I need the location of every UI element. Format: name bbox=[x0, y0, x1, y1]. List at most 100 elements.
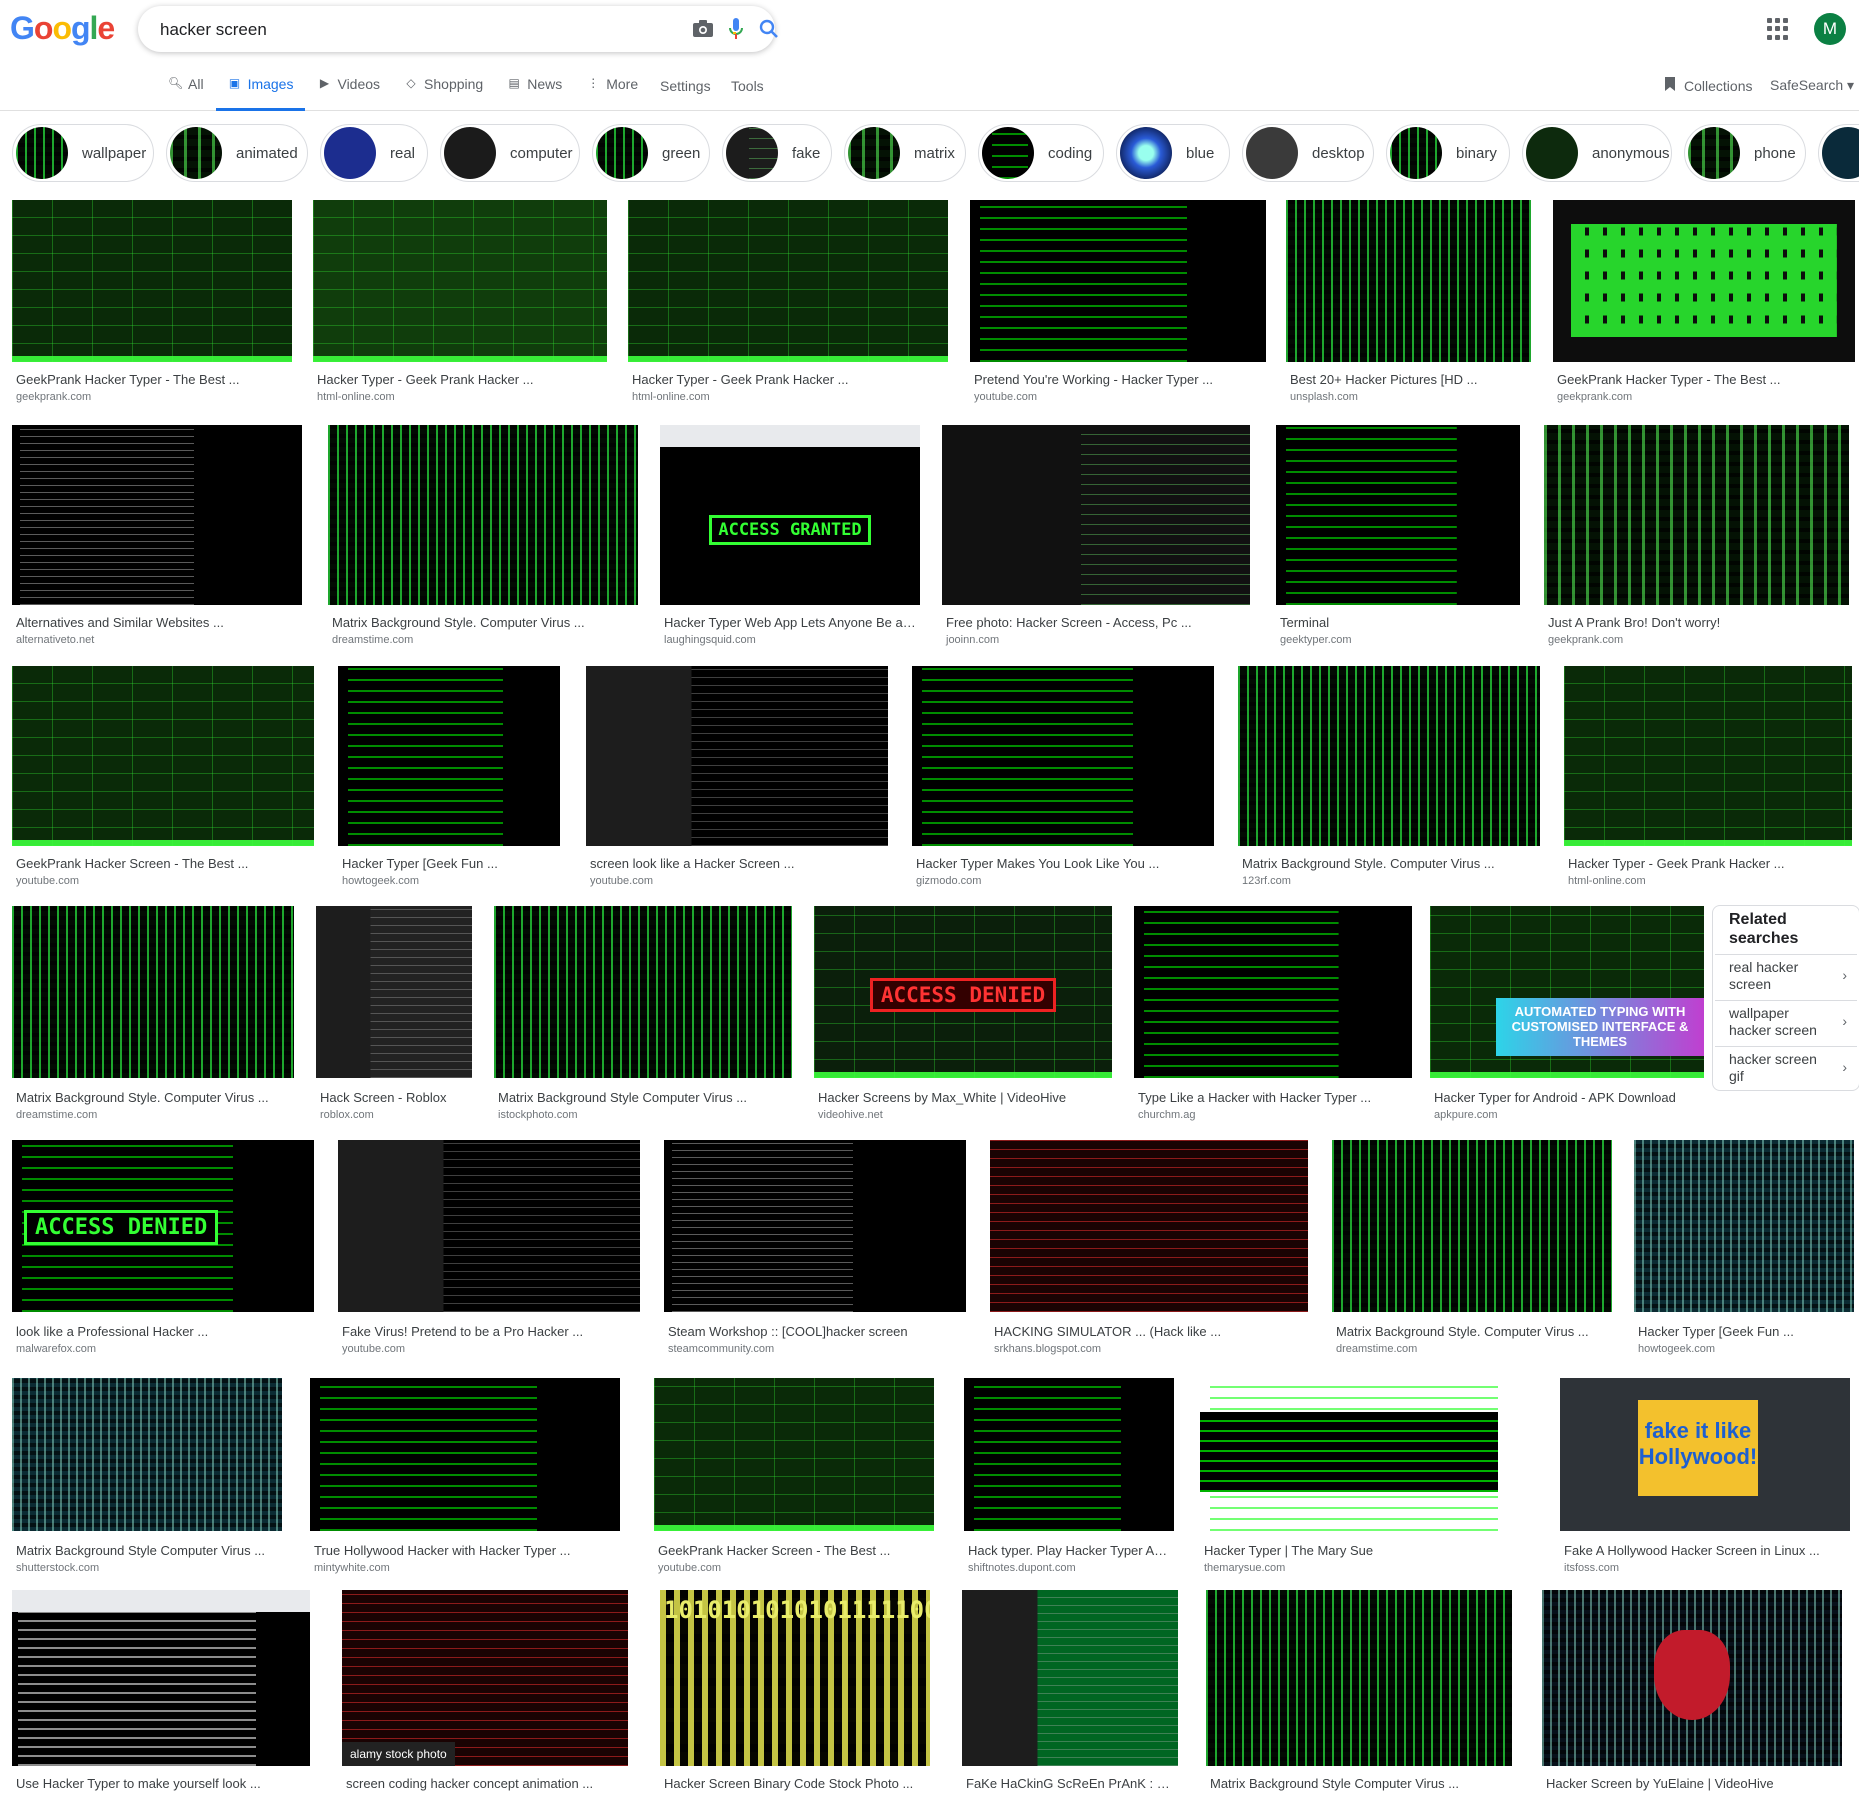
result-thumbnail[interactable]: fake it like Hollywood! bbox=[1560, 1378, 1850, 1531]
result-source[interactable]: youtube.com bbox=[590, 875, 653, 887]
image-result[interactable]: Matrix Background Style Computer Virus .… bbox=[494, 906, 792, 1126]
result-title[interactable]: GeekPrank Hacker Screen - The Best ... bbox=[658, 1543, 930, 1558]
result-source[interactable]: jooinn.com bbox=[946, 634, 999, 646]
chip-anonymous[interactable]: anonymous bbox=[1522, 124, 1672, 182]
result-thumbnail[interactable] bbox=[316, 906, 472, 1078]
chip-wallpaper[interactable]: wallpaper bbox=[12, 124, 154, 182]
result-title[interactable]: Hacker Screens by Max_White | VideoHive bbox=[818, 1090, 1108, 1105]
settings-link[interactable]: Settings bbox=[660, 78, 711, 94]
image-result[interactable]: Hacker Typer - Geek Prank Hacker ... htm… bbox=[628, 200, 948, 405]
result-thumbnail[interactable] bbox=[1200, 1378, 1498, 1531]
image-result[interactable]: Best 20+ Hacker Pictures [HD ... unsplas… bbox=[1286, 200, 1531, 405]
result-thumbnail[interactable]: alamy stock photo bbox=[342, 1590, 628, 1766]
result-title[interactable]: Matrix Background Style. Computer Virus … bbox=[332, 615, 634, 630]
related-search-item[interactable]: wallpaper hacker screen › bbox=[1715, 1000, 1857, 1045]
chip-matrix[interactable]: matrix bbox=[844, 124, 966, 182]
result-thumbnail[interactable]: AUTOMATED TYPING WITH CUSTOMISED INTERFA… bbox=[1430, 906, 1704, 1078]
result-source[interactable]: youtube.com bbox=[16, 875, 79, 887]
result-source[interactable]: malwarefox.com bbox=[16, 1343, 96, 1355]
result-source[interactable]: howtogeek.com bbox=[1638, 1343, 1715, 1355]
tools-link[interactable]: Tools bbox=[731, 78, 764, 94]
result-thumbnail[interactable] bbox=[912, 666, 1214, 846]
image-result[interactable]: Alternatives and Similar Websites ... al… bbox=[12, 425, 302, 650]
image-result[interactable]: Matrix Background Style. Computer Virus … bbox=[328, 425, 638, 650]
image-result[interactable]: GeekPrank Hacker Typer - The Best ... ge… bbox=[12, 200, 292, 405]
result-title[interactable]: Hacker Typer - Geek Prank Hacker ... bbox=[317, 372, 603, 387]
image-result[interactable]: Matrix Background Style. Computer Virus … bbox=[12, 906, 294, 1126]
result-title[interactable]: Fake Virus! Pretend to be a Pro Hacker .… bbox=[342, 1324, 636, 1339]
chip-real[interactable]: real bbox=[320, 124, 428, 182]
image-result[interactable]: GeekPrank Hacker Screen - The Best ... y… bbox=[12, 666, 314, 891]
safesearch-dropdown[interactable]: SafeSearch ▾ bbox=[1770, 77, 1854, 94]
result-thumbnail[interactable] bbox=[494, 906, 792, 1078]
result-thumbnail[interactable] bbox=[1276, 425, 1520, 605]
tab-news[interactable]: ▤ News bbox=[495, 76, 574, 108]
result-title[interactable]: Hacker Typer [Geek Fun ... bbox=[342, 856, 556, 871]
image-result[interactable]: Steam Workshop :: [COOL]hacker screen st… bbox=[664, 1140, 966, 1362]
result-source[interactable]: shutterstock.com bbox=[16, 1562, 99, 1574]
image-result[interactable]: Type Like a Hacker with Hacker Typer ...… bbox=[1134, 906, 1412, 1126]
result-title[interactable]: Hack Screen - Roblox bbox=[320, 1090, 468, 1105]
result-title[interactable]: Just A Prank Bro! Don't worry! bbox=[1548, 615, 1845, 630]
result-thumbnail[interactable] bbox=[1544, 425, 1849, 605]
result-source[interactable]: geekprank.com bbox=[1557, 391, 1632, 403]
result-source[interactable]: html-online.com bbox=[632, 391, 710, 403]
image-result[interactable]: Hacker Typer [Geek Fun ... howtogeek.com bbox=[1634, 1140, 1854, 1362]
result-thumbnail[interactable]: ACCESS DENIED bbox=[814, 906, 1112, 1078]
result-title[interactable]: Matrix Background Style Computer Virus .… bbox=[16, 1543, 278, 1558]
google-logo[interactable]: Google bbox=[10, 10, 115, 47]
result-title[interactable]: Hacker Typer - Geek Prank Hacker ... bbox=[1568, 856, 1848, 871]
image-result[interactable]: Use Hacker Typer to make yourself look .… bbox=[12, 1590, 310, 1796]
result-source[interactable]: youtube.com bbox=[342, 1343, 405, 1355]
image-result[interactable]: Matrix Background Style. Computer Virus … bbox=[1332, 1140, 1612, 1362]
chip-computer[interactable]: computer bbox=[440, 124, 580, 182]
result-source[interactable]: shiftnotes.dupont.com bbox=[968, 1562, 1076, 1574]
result-thumbnail[interactable] bbox=[942, 425, 1250, 605]
image-result[interactable]: ACCESS GRANTED Hacker Typer Web App Lets… bbox=[660, 425, 920, 650]
account-avatar[interactable]: M bbox=[1814, 13, 1846, 45]
result-source[interactable]: videohive.net bbox=[818, 1109, 883, 1121]
image-result[interactable]: Fake Virus! Pretend to be a Pro Hacker .… bbox=[338, 1140, 640, 1362]
result-source[interactable]: dreamstime.com bbox=[332, 634, 413, 646]
tab-videos[interactable]: ▶ Videos bbox=[305, 76, 392, 108]
tab-images[interactable]: ▣ Images bbox=[215, 76, 306, 111]
result-source[interactable]: istockphoto.com bbox=[498, 1109, 577, 1121]
result-thumbnail[interactable] bbox=[586, 666, 888, 846]
result-title[interactable]: GeekPrank Hacker Typer - The Best ... bbox=[16, 372, 288, 387]
result-source[interactable]: alternativeto.net bbox=[16, 634, 94, 646]
image-result[interactable]: ACCESS DENIED look like a Professional H… bbox=[12, 1140, 314, 1362]
result-thumbnail[interactable] bbox=[1564, 666, 1852, 846]
result-title[interactable]: True Hollywood Hacker with Hacker Typer … bbox=[314, 1543, 616, 1558]
image-result[interactable]: Hacker Typer | The Mary Sue themarysue.c… bbox=[1200, 1378, 1498, 1578]
result-thumbnail[interactable] bbox=[310, 1378, 620, 1531]
result-thumbnail[interactable] bbox=[12, 666, 314, 846]
result-source[interactable]: apkpure.com bbox=[1434, 1109, 1498, 1121]
image-result[interactable]: Hacker Screen by YuElaine | VideoHive bbox=[1542, 1590, 1842, 1796]
result-source[interactable]: youtube.com bbox=[658, 1562, 721, 1574]
result-thumbnail[interactable] bbox=[338, 1140, 640, 1312]
result-thumbnail[interactable] bbox=[338, 666, 560, 846]
tab-shopping[interactable]: ◇ Shopping bbox=[392, 76, 495, 108]
chip-binary[interactable]: binary bbox=[1386, 124, 1510, 182]
image-result[interactable]: Hacker Typer - Geek Prank Hacker ... htm… bbox=[1564, 666, 1852, 891]
result-source[interactable]: churchm.ag bbox=[1138, 1109, 1195, 1121]
result-title[interactable]: GeekPrank Hacker Typer - The Best ... bbox=[1557, 372, 1851, 387]
result-title[interactable]: Matrix Background Style Computer Virus .… bbox=[498, 1090, 788, 1105]
result-source[interactable]: dreamstime.com bbox=[16, 1109, 97, 1121]
image-result[interactable]: fake it like Hollywood! Fake A Hollywood… bbox=[1560, 1378, 1850, 1578]
image-result[interactable]: HACKING SIMULATOR ... (Hack like ... srk… bbox=[990, 1140, 1308, 1362]
result-source[interactable]: laughingsquid.com bbox=[664, 634, 756, 646]
chip-animated[interactable]: animated bbox=[166, 124, 308, 182]
result-title[interactable]: Pretend You're Working - Hacker Typer ..… bbox=[974, 372, 1262, 387]
result-source[interactable]: geekprank.com bbox=[16, 391, 91, 403]
result-source[interactable]: roblox.com bbox=[320, 1109, 374, 1121]
image-result[interactable]: AUTOMATED TYPING WITH CUSTOMISED INTERFA… bbox=[1430, 906, 1704, 1126]
result-thumbnail[interactable] bbox=[654, 1378, 934, 1531]
result-thumbnail[interactable] bbox=[1134, 906, 1412, 1078]
result-title[interactable]: Steam Workshop :: [COOL]hacker screen bbox=[668, 1324, 962, 1339]
result-source[interactable]: themarysue.com bbox=[1204, 1562, 1285, 1574]
result-title[interactable]: screen look like a Hacker Screen ... bbox=[590, 856, 884, 871]
result-title[interactable]: Hacker Typer for Android - APK Download bbox=[1434, 1090, 1700, 1105]
image-result[interactable]: GeekPrank Hacker Typer - The Best ... ge… bbox=[1553, 200, 1855, 405]
image-result[interactable]: True Hollywood Hacker with Hacker Typer … bbox=[310, 1378, 620, 1578]
